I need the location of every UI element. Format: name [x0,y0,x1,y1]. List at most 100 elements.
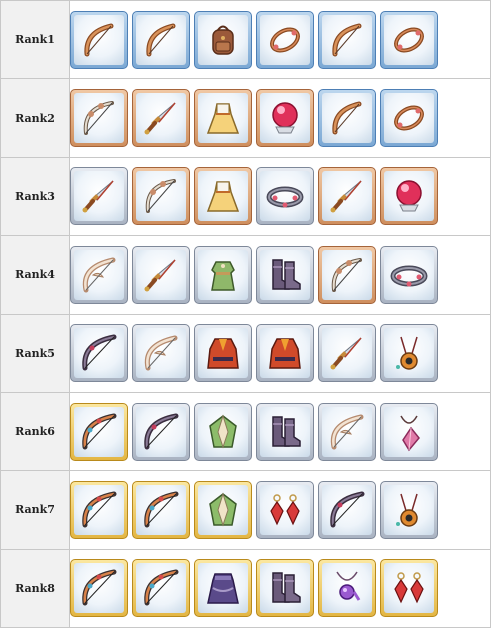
equipment-slot-background [384,328,434,379]
equipment-slot[interactable] [70,10,128,69]
equipment-slot[interactable] [194,10,252,69]
bow-icon [146,23,176,57]
rank-items [69,235,491,315]
equipment-slot[interactable] [380,559,438,618]
dark-bow-icon [82,334,117,371]
equipment-slot[interactable] [256,167,314,226]
equipment-slot[interactable] [70,559,128,618]
equipment-slot-background [260,171,310,222]
equipment-slot[interactable] [380,10,438,69]
equipment-slot[interactable] [70,480,128,539]
equipment-slot[interactable] [70,324,128,383]
equipment-slot-background [136,93,186,144]
rank-label: Rank6 [0,391,70,472]
winged-bow-icon [330,414,364,450]
equipment-slot-background [136,14,186,65]
equipment-slot[interactable] [194,167,252,226]
equipment-slot[interactable] [132,402,190,461]
equipment-slot[interactable] [380,402,438,461]
equipment-slot-background [198,171,248,222]
equipment-slot[interactable] [256,559,314,618]
equipment-slot-background [322,484,372,535]
equipment-slot-background [198,93,248,144]
equipment-slot-background [74,171,124,222]
equipment-slot[interactable] [318,89,376,148]
equipment-slot[interactable] [318,10,376,69]
equipment-slot[interactable] [318,167,376,226]
gem-bracelet-icon [390,265,428,287]
rank-label: Rank2 [0,78,70,158]
equipment-slot-background [74,249,124,300]
equipment-slot[interactable] [256,324,314,383]
rank-row: Rank6 [0,391,491,472]
equipment-slot[interactable] [194,89,252,148]
equipment-slot[interactable] [380,245,438,304]
equipment-slot[interactable] [132,480,190,539]
equipment-slot[interactable] [256,89,314,148]
equipment-slot[interactable] [132,559,190,618]
equipment-slot[interactable] [70,402,128,461]
equipment-slot[interactable] [70,167,128,226]
equipment-slot[interactable] [132,10,190,69]
equipment-slot[interactable] [318,324,376,383]
equipment-slot[interactable] [70,89,128,148]
jeweled-bow-icon [82,413,117,450]
item-slot-row [70,324,490,383]
equipment-slot-background [260,406,310,457]
rank-equipment-table: Rank1 Rank2 Rank3 Rank4 Rank5 Rank6 Rank7 Rank8 [0,0,491,628]
equipment-slot[interactable] [256,10,314,69]
rank-items [69,470,491,550]
equipment-slot-background [322,93,372,144]
equipment-slot-background [74,563,124,614]
rank-items [69,391,491,472]
ornate-bow-icon [83,101,114,136]
equipment-slot[interactable] [256,480,314,539]
equipment-slot[interactable] [380,480,438,539]
rank-row: Rank5 [0,313,491,393]
equipment-slot-background [74,14,124,65]
equipment-slot-background [322,249,372,300]
equipment-slot-background [322,328,372,379]
equipment-slot[interactable] [380,324,438,383]
equipment-slot[interactable] [256,402,314,461]
crystal-pendant-icon [400,415,420,451]
equipment-slot[interactable] [318,480,376,539]
jeweled-bow-icon [144,491,179,528]
equipment-slot[interactable] [318,402,376,461]
dagger-icon [330,337,362,370]
equipment-slot-background [198,484,248,535]
item-slot-row [70,167,490,226]
equipment-slot[interactable] [318,559,376,618]
equipment-slot[interactable] [194,402,252,461]
gem-pendant-icon [336,571,361,602]
equipment-slot-background [74,93,124,144]
equipment-slot[interactable] [132,245,190,304]
equipment-slot-background [136,328,186,379]
equipment-slot[interactable] [256,245,314,304]
equipment-slot[interactable] [132,167,190,226]
leaf-cloak-icon [209,492,237,527]
bow-icon [332,23,362,57]
rank-label: Rank3 [0,156,70,237]
equipment-slot[interactable] [194,324,252,383]
equipment-slot[interactable] [132,89,190,148]
earrings-icon [270,494,300,526]
equipment-slot[interactable] [194,245,252,304]
equipment-slot[interactable] [132,324,190,383]
dagger-icon [144,102,176,135]
equipment-slot[interactable] [380,167,438,226]
skirt-icon [207,573,239,605]
rank-label: Rank8 [0,548,70,628]
equipment-slot[interactable] [70,245,128,304]
equipment-slot-background [322,14,372,65]
rank-items [69,548,491,628]
earrings-icon [394,572,424,604]
item-slot-row [70,245,490,304]
item-slot-row [70,402,490,461]
equipment-slot[interactable] [380,89,438,148]
amulet-icon [396,336,418,370]
equipment-slot[interactable] [194,559,252,618]
equipment-slot-background [260,563,310,614]
equipment-slot[interactable] [194,480,252,539]
equipment-slot[interactable] [318,245,376,304]
